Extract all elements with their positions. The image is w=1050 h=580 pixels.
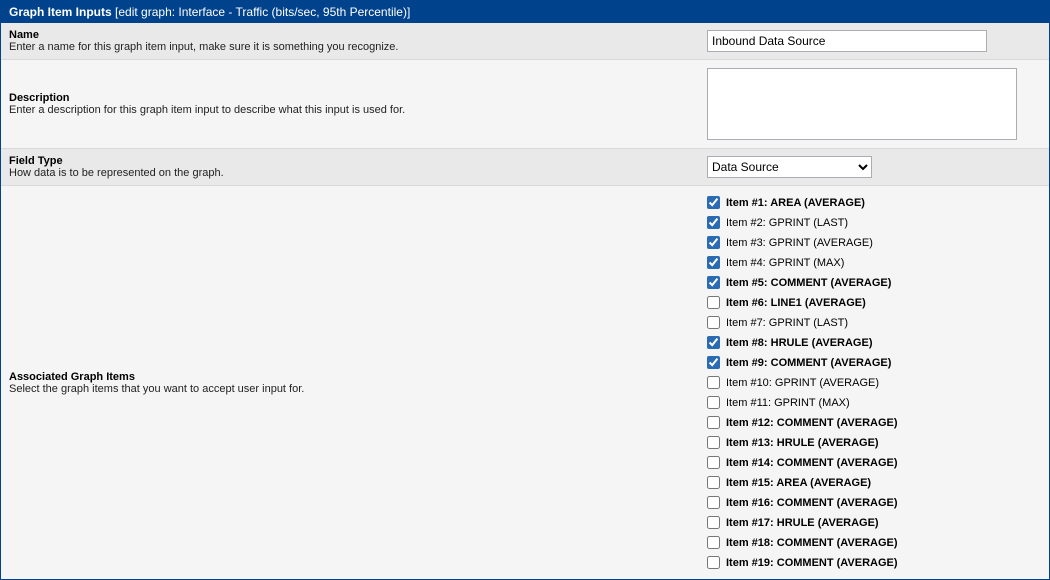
item-label: Item #17: HRULE (AVERAGE) xyxy=(726,517,879,529)
form-panel: Graph Item Inputs [edit graph: Interface… xyxy=(0,0,1050,580)
item-label: Item #2: GPRINT (LAST) xyxy=(726,217,848,229)
item-checkbox[interactable] xyxy=(707,416,720,429)
item-checkbox[interactable] xyxy=(707,276,720,289)
item-row[interactable]: Item #10: GPRINT (AVERAGE) xyxy=(707,374,898,391)
field-type-select[interactable]: Data Source xyxy=(707,156,872,178)
input-col: Data Source xyxy=(699,149,1049,185)
item-label: Item #6: LINE1 (AVERAGE) xyxy=(726,297,866,309)
item-label: Item #11: GPRINT (MAX) xyxy=(726,397,850,409)
label-col: Field Type How data is to be represented… xyxy=(1,149,699,185)
item-label: Item #14: COMMENT (AVERAGE) xyxy=(726,457,898,469)
row-description: Description Enter a description for this… xyxy=(1,60,1049,149)
item-label: Item #3: GPRINT (AVERAGE) xyxy=(726,237,873,249)
item-checkbox[interactable] xyxy=(707,196,720,209)
item-checkbox[interactable] xyxy=(707,256,720,269)
item-label: Item #19: COMMENT (AVERAGE) xyxy=(726,557,898,569)
item-row[interactable]: Item #19: COMMENT (AVERAGE) xyxy=(707,554,898,571)
item-checkbox[interactable] xyxy=(707,396,720,409)
item-row[interactable]: Item #7: GPRINT (LAST) xyxy=(707,314,898,331)
field-label: Associated Graph Items xyxy=(9,371,691,383)
item-label: Item #8: HRULE (AVERAGE) xyxy=(726,337,872,349)
item-label: Item #4: GPRINT (MAX) xyxy=(726,257,844,269)
item-row[interactable]: Item #1: AREA (AVERAGE) xyxy=(707,194,898,211)
description-textarea[interactable] xyxy=(707,68,1017,140)
input-col xyxy=(699,23,1049,59)
input-col: Item #1: AREA (AVERAGE) Item #2: GPRINT (… xyxy=(699,186,1049,579)
item-checkbox[interactable] xyxy=(707,356,720,369)
item-checkbox[interactable] xyxy=(707,496,720,509)
field-label: Description xyxy=(9,92,691,104)
item-row[interactable]: Item #17: HRULE (AVERAGE) xyxy=(707,514,898,531)
item-checkbox[interactable] xyxy=(707,336,720,349)
item-checkbox[interactable] xyxy=(707,556,720,569)
item-checkbox[interactable] xyxy=(707,296,720,309)
item-row[interactable]: Item #4: GPRINT (MAX) xyxy=(707,254,898,271)
row-name: Name Enter a name for this graph item in… xyxy=(1,23,1049,60)
item-row[interactable]: Item #8: HRULE (AVERAGE) xyxy=(707,334,898,351)
label-col: Associated Graph Items Select the graph … xyxy=(1,186,699,579)
item-label: Item #15: AREA (AVERAGE) xyxy=(726,477,871,489)
item-label: Item #1: AREA (AVERAGE) xyxy=(726,197,865,209)
row-field-type: Field Type How data is to be represented… xyxy=(1,149,1049,186)
item-checkbox[interactable] xyxy=(707,376,720,389)
item-label: Item #18: COMMENT (AVERAGE) xyxy=(726,537,898,549)
input-col xyxy=(699,60,1049,148)
item-row[interactable]: Item #9: COMMENT (AVERAGE) xyxy=(707,354,898,371)
item-checkbox[interactable] xyxy=(707,216,720,229)
field-label: Field Type xyxy=(9,155,691,167)
item-checkbox[interactable] xyxy=(707,316,720,329)
item-checkbox[interactable] xyxy=(707,476,720,489)
item-label: Item #7: GPRINT (LAST) xyxy=(726,317,848,329)
item-checkbox[interactable] xyxy=(707,236,720,249)
field-desc: Select the graph items that you want to … xyxy=(9,383,691,395)
label-col: Name Enter a name for this graph item in… xyxy=(1,23,699,59)
label-col: Description Enter a description for this… xyxy=(1,60,699,148)
field-desc: How data is to be represented on the gra… xyxy=(9,167,691,179)
item-checkbox[interactable] xyxy=(707,436,720,449)
item-label: Item #10: GPRINT (AVERAGE) xyxy=(726,377,879,389)
item-row[interactable]: Item #2: GPRINT (LAST) xyxy=(707,214,898,231)
item-checkbox[interactable] xyxy=(707,536,720,549)
item-row[interactable]: Item #3: GPRINT (AVERAGE) xyxy=(707,234,898,251)
item-row[interactable]: Item #12: COMMENT (AVERAGE) xyxy=(707,414,898,431)
item-label: Item #5: COMMENT (AVERAGE) xyxy=(726,277,891,289)
item-label: Item #9: COMMENT (AVERAGE) xyxy=(726,357,891,369)
item-checkbox[interactable] xyxy=(707,516,720,529)
panel-subtitle: [edit graph: Interface - Traffic (bits/s… xyxy=(115,5,410,19)
row-associated-items: Associated Graph Items Select the graph … xyxy=(1,186,1049,579)
item-row[interactable]: Item #13: HRULE (AVERAGE) xyxy=(707,434,898,451)
panel-header: Graph Item Inputs [edit graph: Interface… xyxy=(1,1,1049,23)
field-desc: Enter a name for this graph item input, … xyxy=(9,41,691,53)
item-label: Item #13: HRULE (AVERAGE) xyxy=(726,437,879,449)
field-desc: Enter a description for this graph item … xyxy=(9,104,691,116)
item-row[interactable]: Item #5: COMMENT (AVERAGE) xyxy=(707,274,898,291)
items-list: Item #1: AREA (AVERAGE) Item #2: GPRINT (… xyxy=(707,194,898,571)
item-label: Item #12: COMMENT (AVERAGE) xyxy=(726,417,898,429)
item-row[interactable]: Item #16: COMMENT (AVERAGE) xyxy=(707,494,898,511)
field-label: Name xyxy=(9,29,691,41)
item-row[interactable]: Item #15: AREA (AVERAGE) xyxy=(707,474,898,491)
panel-title: Graph Item Inputs xyxy=(9,5,112,19)
item-row[interactable]: Item #18: COMMENT (AVERAGE) xyxy=(707,534,898,551)
item-label: Item #16: COMMENT (AVERAGE) xyxy=(726,497,898,509)
item-checkbox[interactable] xyxy=(707,456,720,469)
item-row[interactable]: Item #6: LINE1 (AVERAGE) xyxy=(707,294,898,311)
name-input[interactable] xyxy=(707,30,987,52)
item-row[interactable]: Item #14: COMMENT (AVERAGE) xyxy=(707,454,898,471)
item-row[interactable]: Item #11: GPRINT (MAX) xyxy=(707,394,898,411)
